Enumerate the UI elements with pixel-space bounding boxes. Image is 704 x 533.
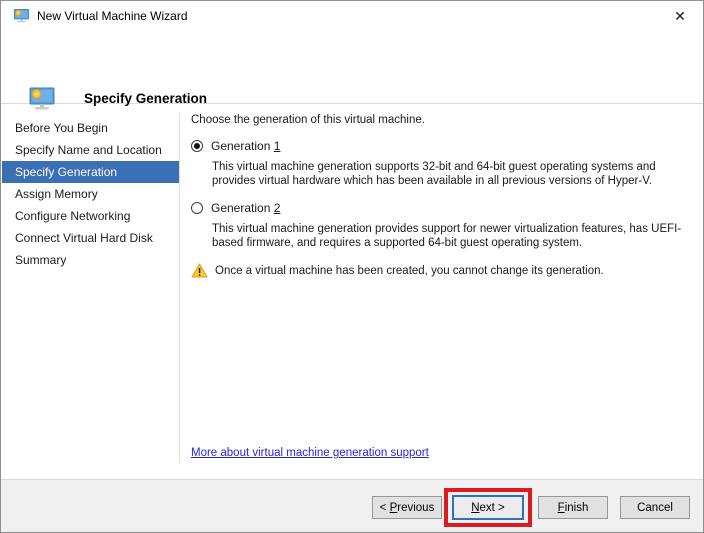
sidebar-item-assign-memory[interactable]: Assign Memory — [2, 183, 179, 205]
finish-accel: F — [558, 502, 565, 514]
previous-button[interactable]: < Previous — [372, 496, 442, 519]
next-accel: N — [471, 502, 479, 514]
wizard-window: New Virtual Machine Wizard ✕ Specify Gen… — [0, 0, 704, 533]
footer-bar: < Previous Next > Finish Cancel — [1, 479, 703, 533]
generation-1-description: This virtual machine generation supports… — [212, 160, 690, 188]
vm-monitor-icon — [13, 8, 30, 24]
generation-1-label-text: Generation — [211, 139, 274, 153]
generation-1-radio[interactable] — [191, 140, 203, 152]
window-title: New Virtual Machine Wizard — [37, 1, 188, 31]
warning-icon — [191, 263, 208, 278]
generation-2-option[interactable]: Generation 2 — [191, 201, 691, 215]
generation-1-label: Generation 1 — [211, 139, 280, 153]
wizard-steps-nav: Before You Begin Specify Name and Locati… — [2, 105, 179, 271]
generation-2-radio[interactable] — [191, 202, 203, 214]
finish-button[interactable]: Finish — [538, 496, 608, 519]
sidebar-item-configure-networking[interactable]: Configure Networking — [2, 205, 179, 227]
generation-2-description: This virtual machine generation provides… — [212, 222, 690, 250]
previous-label-rest: revious — [397, 502, 434, 514]
next-label-rest: ext > — [480, 502, 505, 514]
sidebar-item-summary[interactable]: Summary — [2, 249, 179, 271]
annotation-highlight-box: Next > — [444, 488, 532, 527]
warning-text: Once a virtual machine has been created,… — [215, 263, 604, 278]
generation-2-label-text: Generation — [211, 201, 274, 215]
generation-1-accel: 1 — [274, 139, 281, 153]
cancel-button[interactable]: Cancel — [620, 496, 690, 519]
sidebar-item-connect-virtual-hard-disk[interactable]: Connect Virtual Hard Disk — [2, 227, 179, 249]
sidebar-item-specify-generation[interactable]: Specify Generation — [2, 161, 179, 183]
sidebar-content-divider — [179, 113, 180, 463]
title-bar: New Virtual Machine Wizard ✕ — [1, 1, 703, 31]
page-title: Specify Generation — [84, 91, 207, 106]
sidebar-item-before-you-begin[interactable]: Before You Begin — [2, 117, 179, 139]
generation-2-label: Generation 2 — [211, 201, 280, 215]
wizard-header: Specify Generation — [1, 31, 703, 104]
more-about-generation-link[interactable]: More about virtual machine generation su… — [191, 447, 429, 459]
intro-text: Choose the generation of this virtual ma… — [191, 113, 691, 127]
main-content: Choose the generation of this virtual ma… — [191, 113, 691, 278]
close-icon[interactable]: ✕ — [667, 4, 693, 28]
next-button[interactable]: Next > — [452, 495, 524, 520]
finish-label-rest: inish — [565, 502, 589, 514]
sidebar-item-specify-name-and-location[interactable]: Specify Name and Location — [2, 139, 179, 161]
generation-2-accel: 2 — [274, 201, 281, 215]
previous-label: < — [380, 502, 390, 514]
generation-1-option[interactable]: Generation 1 — [191, 139, 691, 153]
warning-row: Once a virtual machine has been created,… — [191, 263, 691, 278]
